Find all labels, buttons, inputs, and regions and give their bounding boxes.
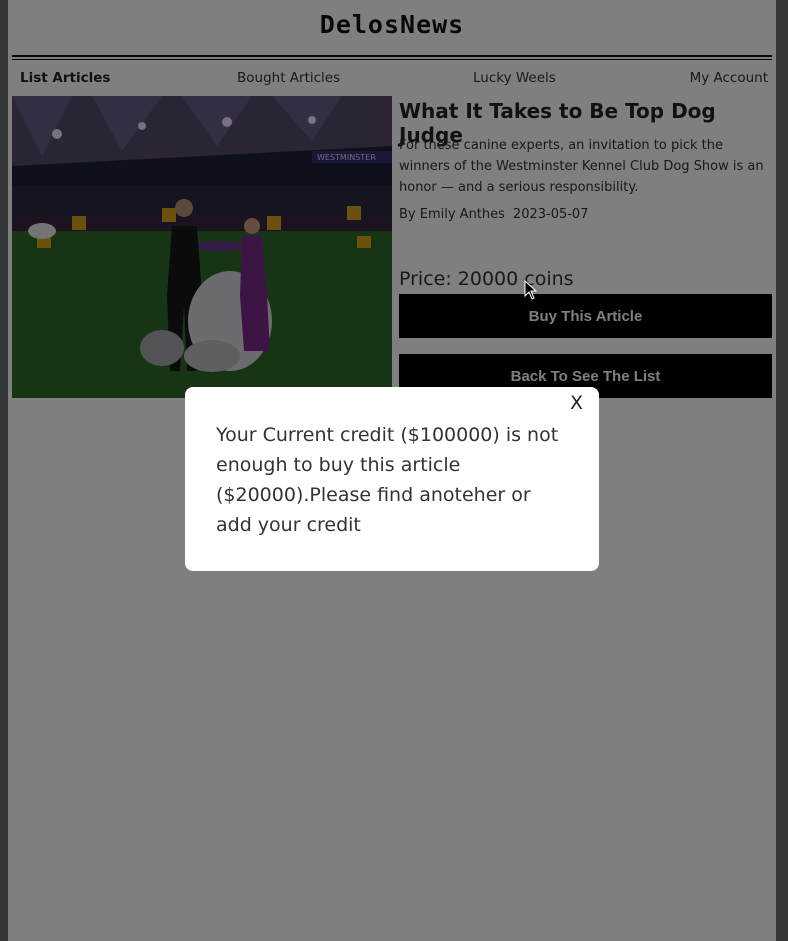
insufficient-credit-modal: X Your Current credit ($100000) is not e… — [185, 387, 599, 571]
mouse-cursor-icon — [524, 280, 538, 300]
modal-close-button[interactable]: X — [570, 392, 583, 414]
modal-message: Your Current credit ($100000) is not eno… — [216, 424, 559, 536]
